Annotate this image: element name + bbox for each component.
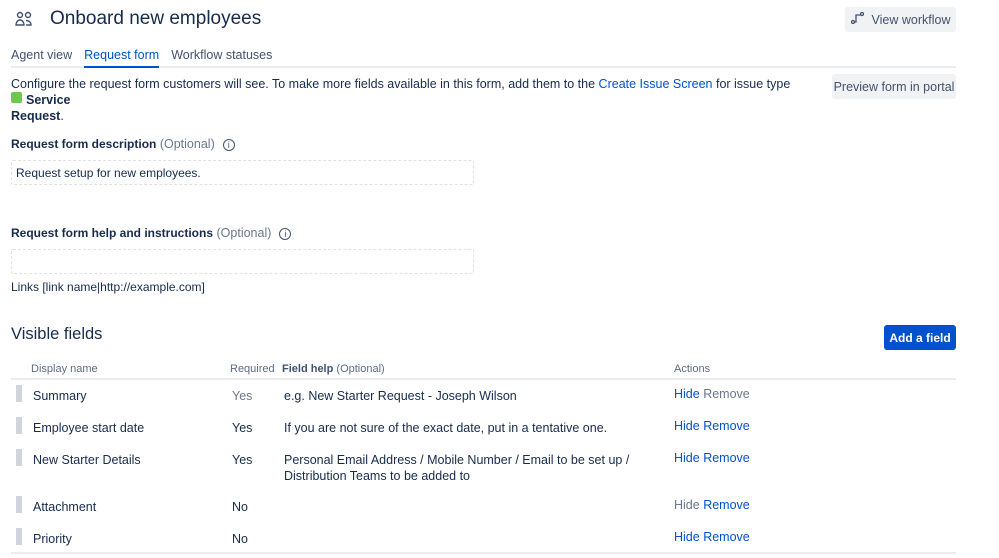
field-help: If you are not sure of the exact date, p… <box>284 420 607 436</box>
header-divider <box>11 378 956 380</box>
optional-text: (Optional) <box>159 137 215 151</box>
hide-link[interactable]: Hide <box>674 419 700 433</box>
column-actions: Actions <box>674 363 711 375</box>
drag-handle-icon[interactable] <box>16 496 22 513</box>
field-required: No <box>232 532 248 546</box>
issue-type-name-cont: Request <box>11 109 61 123</box>
field-required: Yes <box>232 453 253 467</box>
field-help-line: If you are not sure of the exact date, p… <box>284 421 608 435</box>
field-name: Priority <box>33 532 72 546</box>
field-name: Summary <box>33 389 87 403</box>
tab-agent-view[interactable]: Agent view <box>11 48 72 66</box>
column-required: Required <box>230 363 275 375</box>
description-input[interactable]: Request setup for new employees. <box>11 160 474 185</box>
help-hint: Links [link name|http://example.com] <box>11 280 205 294</box>
tab-request-form[interactable]: Request form <box>84 48 160 68</box>
create-issue-screen-link[interactable]: Create Issue Screen <box>599 77 713 91</box>
field-name: Attachment <box>33 500 97 514</box>
remove-link[interactable]: Remove <box>703 419 750 433</box>
intro-text: Configure the request form customers wil… <box>11 76 801 124</box>
remove-link[interactable]: Remove <box>703 498 750 512</box>
field-help-line: Distribution Teams to be added to <box>284 469 470 483</box>
drag-handle-icon[interactable] <box>16 385 22 402</box>
help-label-text: Request form help and instructions <box>11 226 214 240</box>
row-actions: Hide Remove <box>674 419 750 433</box>
drag-handle-icon[interactable] <box>16 417 22 434</box>
hide-link: Hide <box>674 498 700 512</box>
field-required: No <box>232 500 248 514</box>
field-help-line: Personal Email Address / Mobile Number /… <box>284 453 630 467</box>
optional-text: (Optional) <box>336 363 385 375</box>
intro-text-mid: for issue type <box>712 77 791 91</box>
column-field-help: Field help (Optional) <box>282 363 385 375</box>
drag-handle-icon[interactable] <box>16 528 22 545</box>
field-help: e.g. New Starter Request - Joseph Wilson <box>284 388 517 404</box>
row-actions: Hide Remove <box>674 387 750 401</box>
field-name: New Starter Details <box>33 453 141 467</box>
add-field-button[interactable]: Add a field <box>884 325 956 350</box>
preview-form-button[interactable]: Preview form in portal <box>832 74 956 99</box>
view-workflow-label: View workflow <box>871 12 951 27</box>
column-display-name: Display name <box>31 363 98 375</box>
column-field-help-label: Field help <box>282 363 334 375</box>
remove-link[interactable]: Remove <box>703 451 750 465</box>
optional-text: (Optional) <box>216 226 272 240</box>
tab-bar: Agent view Request form Workflow statuse… <box>11 48 956 68</box>
info-icon[interactable]: i <box>222 138 235 151</box>
hide-link[interactable]: Hide <box>674 387 700 401</box>
visible-fields-title: Visible fields <box>11 325 103 343</box>
people-icon <box>15 11 33 30</box>
help-input[interactable] <box>11 249 474 274</box>
remove-link: Remove <box>703 387 750 401</box>
page-title: Onboard new employees <box>50 8 262 29</box>
row-actions: Hide Remove <box>674 530 750 544</box>
remove-link[interactable]: Remove <box>703 530 750 544</box>
intro-period: . <box>60 109 64 123</box>
table-bottom-divider <box>11 552 956 554</box>
description-label: Request form description (Optional) i <box>11 137 235 151</box>
hide-link[interactable]: Hide <box>674 530 700 544</box>
info-icon[interactable]: i <box>279 227 292 240</box>
help-label: Request form help and instructions (Opti… <box>11 226 292 240</box>
workflow-icon <box>850 11 864 27</box>
hide-link[interactable]: Hide <box>674 451 700 465</box>
field-help-line: e.g. New Starter Request - Joseph Wilson <box>284 389 517 403</box>
service-request-icon <box>11 92 22 103</box>
view-workflow-button[interactable]: View workflow <box>845 7 956 32</box>
row-actions: Hide Remove <box>674 498 750 512</box>
issue-type-name: Service <box>26 93 71 107</box>
field-name: Employee start date <box>33 421 145 435</box>
field-help: Personal Email Address / Mobile Number /… <box>284 452 629 484</box>
tab-workflow-statuses[interactable]: Workflow statuses <box>171 48 272 66</box>
description-label-text: Request form description <box>11 137 157 151</box>
field-required: Yes <box>232 421 253 435</box>
drag-handle-icon[interactable] <box>16 449 22 466</box>
row-actions: Hide Remove <box>674 451 750 465</box>
intro-text-start: Configure the request form customers wil… <box>11 77 599 91</box>
field-required: Yes <box>232 389 253 403</box>
